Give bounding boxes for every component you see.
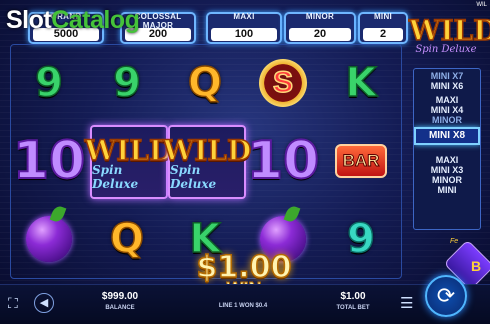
jackpot-maxi: MAXI 100 xyxy=(206,12,282,44)
watermark-brand-b: Catalog xyxy=(51,6,140,34)
bar-symbol: BAR xyxy=(335,143,387,178)
side-panel: WILD Spin Deluxe MINI X7 MINI X6 MAXI MI… xyxy=(408,13,490,276)
line-win-text: LINE 1 WON $0.4 xyxy=(218,303,268,309)
symbol-cell xyxy=(12,201,86,276)
dollar-coin-icon: S xyxy=(259,58,307,107)
refresh-icon: ⟳ xyxy=(436,283,456,308)
ladder-item: MINI X3 xyxy=(430,165,464,175)
symbol-cell: BAR xyxy=(324,123,398,198)
coin-letter: S xyxy=(272,65,294,100)
speaker-icon[interactable]: ◀ xyxy=(34,293,54,313)
symbol-9: 9 xyxy=(34,59,63,107)
symbol-k: K xyxy=(345,59,378,107)
corner-label: WIL xyxy=(476,2,487,8)
symbol-q: Q xyxy=(109,215,145,263)
feature-tag: Fe xyxy=(450,238,459,245)
jackpot-minor-value: 20 xyxy=(289,28,351,41)
jackpot-minor: MINOR 20 xyxy=(284,12,356,44)
balance-value: $999.00 xyxy=(101,291,139,302)
watermark-logo: SlotCatalog xyxy=(6,6,140,35)
line-info: LINE 1 WON $0.4 xyxy=(200,303,286,309)
balance-box: $999.00 BALANCE xyxy=(92,291,148,311)
jackpot-mini-value: 2 xyxy=(363,28,403,41)
jackpot-minor-name: MINOR xyxy=(305,12,335,21)
coins-icon[interactable]: ☰ xyxy=(400,294,413,312)
bet-value: $1.00 xyxy=(340,291,366,302)
bottom-bar: ⛶ ◀ $999.00 BALANCE LINE 1 WON $0.4 $1.0… xyxy=(0,284,490,324)
symbol-cell: 9 xyxy=(90,45,164,120)
watermark-brand-a: Slot xyxy=(6,6,52,34)
wild-symbol: WILD Spin Deluxe xyxy=(162,125,252,199)
bet-label: TOTAL BET xyxy=(336,305,370,311)
jackpot-maxi-name: MAXI xyxy=(233,12,255,21)
symbol-cell: Q xyxy=(168,45,242,120)
jackpot-mini-name: MINI xyxy=(373,12,393,21)
symbol-10: 10 xyxy=(246,130,320,192)
ladder-selected: MINI X8 xyxy=(414,127,480,145)
jackpot-maxi-value: 100 xyxy=(211,28,277,41)
side-subtitle: Spin Deluxe xyxy=(415,44,477,55)
wild-sub: Spin Deluxe xyxy=(92,162,139,191)
spin-button[interactable]: ⟳ xyxy=(425,275,467,317)
symbol-cell: 9 xyxy=(12,45,86,120)
symbol-cell: 10 xyxy=(12,123,86,198)
symbol-cell: S xyxy=(246,45,320,120)
fullscreen-icon[interactable]: ⛶ xyxy=(8,295,18,312)
symbol-q: Q xyxy=(187,59,223,107)
ladder-item: MINI X6 xyxy=(430,81,464,91)
symbol-9: 9 xyxy=(346,215,375,263)
balance-label: BALANCE xyxy=(105,305,135,311)
ladder-item: MINI X4 xyxy=(430,105,464,115)
ladder-item: MINOR xyxy=(432,175,462,185)
symbol-10: 10 xyxy=(12,130,86,192)
feature-letter: B xyxy=(471,258,482,274)
ladder-item: MAXI xyxy=(435,155,459,165)
bet-box: $1.00 TOTAL BET xyxy=(328,291,378,311)
wild-sub: Spin Deluxe xyxy=(170,162,217,191)
jackpot-ladder: MINI X7 MINI X6 MAXI MINI X4 MINOR MINI … xyxy=(413,68,481,230)
plum-icon xyxy=(26,215,72,262)
symbol-9: 9 xyxy=(112,59,141,107)
reels-grid: 9 10 9 WILD Spin Deluxe Q Q WILD Spin De… xyxy=(12,45,398,276)
symbol-cell: K xyxy=(324,45,398,120)
symbol-cell: 9 xyxy=(324,201,398,276)
ladder-item: MINI X7 xyxy=(430,71,464,81)
ladder-item: MINI xyxy=(437,185,457,195)
wild-symbol: WILD Spin Deluxe xyxy=(84,125,174,199)
symbol-cell: 10 xyxy=(246,123,320,198)
ladder-item: MAXI xyxy=(435,95,459,105)
side-title: WILD xyxy=(408,13,490,48)
symbol-cell: Q xyxy=(90,201,164,276)
ladder-item: MINOR xyxy=(432,115,462,125)
jackpot-mini: MINI 2 xyxy=(358,12,408,44)
